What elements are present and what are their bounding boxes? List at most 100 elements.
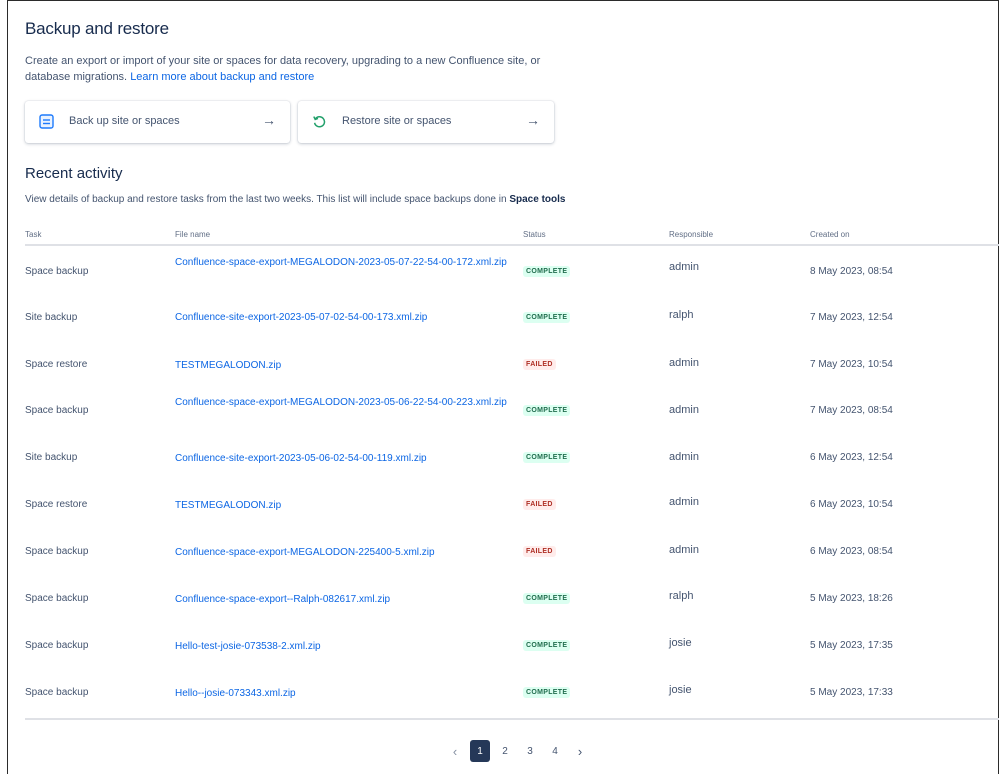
column-header-created-on: Created on bbox=[810, 230, 850, 239]
status-cell: FAILED bbox=[523, 498, 556, 510]
responsible-cell: josie bbox=[669, 637, 692, 649]
task-cell: Space backup bbox=[25, 405, 89, 416]
created-on-cell: 7 May 2023, 12:54 bbox=[810, 312, 893, 323]
status-badge: COMPLETE bbox=[523, 593, 571, 604]
file-name-link[interactable]: TESTMEGALODON.zip bbox=[175, 358, 520, 373]
created-on-cell: 6 May 2023, 10:54 bbox=[810, 499, 893, 510]
status-cell: COMPLETE bbox=[523, 404, 571, 416]
status-cell: FAILED bbox=[523, 545, 556, 557]
arrow-right-icon: → bbox=[262, 112, 276, 128]
chevron-left-icon[interactable]: ‹ bbox=[445, 740, 465, 762]
task-cell: Space restore bbox=[25, 359, 88, 370]
table-row: Space backup Confluence-space-export-MEG… bbox=[25, 529, 999, 575]
task-cell: Site backup bbox=[25, 452, 78, 463]
column-header-file-name: File name bbox=[175, 230, 211, 239]
task-cell: Site backup bbox=[25, 312, 78, 323]
backup-button-label: Back up site or spaces bbox=[69, 115, 180, 127]
created-on-cell: 7 May 2023, 08:54 bbox=[810, 405, 893, 416]
created-on-cell: 8 May 2023, 08:54 bbox=[810, 266, 893, 277]
backup-site-or-spaces-button[interactable]: Back up site or spaces → bbox=[25, 101, 290, 143]
responsible-cell: admin bbox=[669, 357, 699, 369]
task-cell: Space backup bbox=[25, 640, 89, 651]
table-header: Task File name Status Responsible Create… bbox=[25, 228, 999, 246]
status-cell: COMPLETE bbox=[523, 311, 571, 323]
table-row: Space backup Confluence-space-export--Ra… bbox=[25, 576, 999, 622]
status-badge: COMPLETE bbox=[523, 405, 571, 416]
page-description: Create an export or import of your site … bbox=[25, 53, 565, 85]
responsible-cell: admin bbox=[669, 261, 699, 273]
created-on-cell: 6 May 2023, 12:54 bbox=[810, 452, 893, 463]
table-row: Space backup Hello--josie-073343.xml.zip… bbox=[25, 670, 999, 716]
table-row: Site backup Confluence-site-export-2023-… bbox=[25, 435, 999, 481]
learn-more-link[interactable]: Learn more about backup and restore bbox=[130, 71, 314, 83]
status-badge: COMPLETE bbox=[523, 452, 571, 463]
status-cell: COMPLETE bbox=[523, 639, 571, 651]
table-footer-divider bbox=[25, 718, 999, 720]
file-name-link[interactable]: TESTMEGALODON.zip bbox=[175, 498, 520, 513]
status-cell: COMPLETE bbox=[523, 265, 571, 277]
file-name-link[interactable]: Confluence-space-export-MEGALODON-2023-0… bbox=[175, 395, 520, 410]
created-on-cell: 5 May 2023, 17:35 bbox=[810, 640, 893, 651]
status-badge: COMPLETE bbox=[523, 312, 571, 323]
file-name-link[interactable]: Hello--josie-073343.xml.zip bbox=[175, 686, 520, 701]
responsible-cell: admin bbox=[669, 544, 699, 556]
task-cell: Space backup bbox=[25, 266, 89, 277]
responsible-cell: admin bbox=[669, 496, 699, 508]
restore-site-or-spaces-button[interactable]: Restore site or spaces → bbox=[298, 101, 554, 143]
status-cell: COMPLETE bbox=[523, 451, 571, 463]
chevron-right-icon[interactable]: › bbox=[570, 740, 590, 762]
task-cell: Space backup bbox=[25, 593, 89, 604]
column-header-task: Task bbox=[25, 230, 42, 239]
status-badge: FAILED bbox=[523, 359, 556, 370]
responsible-cell: josie bbox=[669, 684, 692, 696]
file-name-link[interactable]: Confluence-site-export-2023-05-07-02-54-… bbox=[175, 310, 520, 325]
created-on-cell: 5 May 2023, 17:33 bbox=[810, 687, 893, 698]
page-button-1[interactable]: 1 bbox=[470, 740, 490, 762]
page-button-2[interactable]: 2 bbox=[495, 740, 515, 762]
page-frame: Backup and restore Create an export or i… bbox=[7, 0, 999, 774]
task-cell: Space backup bbox=[25, 687, 89, 698]
created-on-cell: 5 May 2023, 18:26 bbox=[810, 593, 893, 604]
status-badge: FAILED bbox=[523, 546, 556, 557]
status-cell: COMPLETE bbox=[523, 592, 571, 604]
status-badge: COMPLETE bbox=[523, 687, 571, 698]
page-button-4[interactable]: 4 bbox=[545, 740, 565, 762]
status-badge: COMPLETE bbox=[523, 266, 571, 277]
table-row: Space restore TESTMEGALODON.zip FAILED a… bbox=[25, 342, 999, 388]
responsible-cell: ralph bbox=[669, 590, 694, 602]
restore-button-label: Restore site or spaces bbox=[342, 115, 452, 127]
task-cell: Space backup bbox=[25, 546, 89, 557]
recent-description-text: View details of backup and restore tasks… bbox=[25, 194, 507, 205]
file-name-link[interactable]: Hello-test-josie-073538-2.xml.zip bbox=[175, 639, 520, 654]
column-header-responsible: Responsible bbox=[669, 230, 714, 239]
status-cell: COMPLETE bbox=[523, 686, 571, 698]
restore-icon bbox=[312, 114, 327, 129]
recent-activity-description: View details of backup and restore tasks… bbox=[25, 194, 565, 205]
table-row: Space backup Hello-test-josie-073538-2.x… bbox=[25, 623, 999, 669]
space-tools-label: Space tools bbox=[509, 194, 566, 205]
table-row: Space backup Confluence-space-export-MEG… bbox=[25, 388, 999, 434]
responsible-cell: admin bbox=[669, 451, 699, 463]
created-on-cell: 6 May 2023, 08:54 bbox=[810, 546, 893, 557]
backup-icon bbox=[39, 114, 54, 129]
arrow-right-icon: → bbox=[526, 112, 540, 128]
created-on-cell: 7 May 2023, 10:54 bbox=[810, 359, 893, 370]
file-name-link[interactable]: Confluence-space-export--Ralph-082617.xm… bbox=[175, 592, 520, 607]
file-name-link[interactable]: Confluence-site-export-2023-05-06-02-54-… bbox=[175, 451, 520, 466]
file-name-link[interactable]: Confluence-space-export-MEGALODON-225400… bbox=[175, 545, 520, 560]
status-badge: FAILED bbox=[523, 499, 556, 510]
recent-activity-title: Recent activity bbox=[25, 165, 123, 182]
responsible-cell: admin bbox=[669, 404, 699, 416]
status-cell: FAILED bbox=[523, 358, 556, 370]
table-row: Space backup Confluence-space-export-MEG… bbox=[25, 249, 999, 295]
status-badge: COMPLETE bbox=[523, 640, 571, 651]
task-cell: Space restore bbox=[25, 499, 88, 510]
column-header-status: Status bbox=[523, 230, 546, 239]
table-row: Space restore TESTMEGALODON.zip FAILED a… bbox=[25, 482, 999, 528]
pagination: ‹ 1 2 3 4 › bbox=[445, 739, 595, 763]
file-name-link[interactable]: Confluence-space-export-MEGALODON-2023-0… bbox=[175, 255, 520, 270]
table-row: Site backup Confluence-site-export-2023-… bbox=[25, 295, 999, 341]
page-title: Backup and restore bbox=[25, 19, 169, 38]
page-button-3[interactable]: 3 bbox=[520, 740, 540, 762]
responsible-cell: ralph bbox=[669, 309, 694, 321]
